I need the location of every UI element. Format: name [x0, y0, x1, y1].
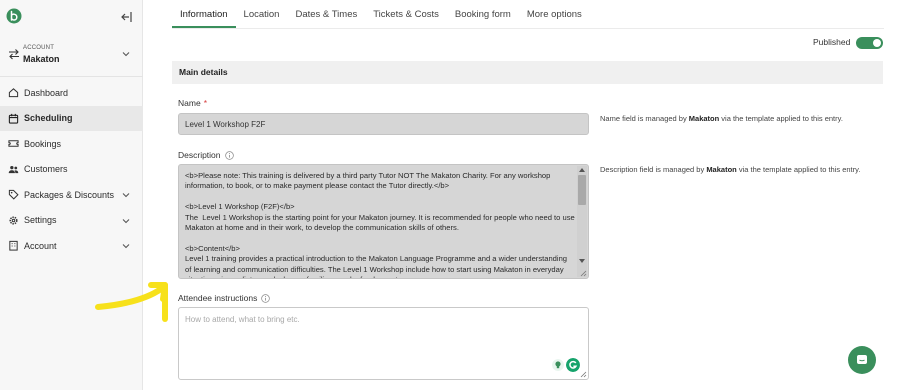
name-label: Name * [178, 98, 207, 108]
description-note-brand: Makaton [706, 165, 737, 174]
resize-handle-icon[interactable] [579, 269, 587, 277]
sidebar-item-dashboard[interactable]: Dashboard [0, 80, 143, 106]
tab-bar: Information Location Dates & Times Ticke… [172, 0, 590, 28]
sidebar-item-bookings[interactable]: Bookings [0, 131, 143, 157]
description-note: Description field is managed by Makaton … [600, 164, 872, 176]
sidebar-divider [0, 76, 143, 77]
sidebar-item-customers[interactable]: Customers [0, 157, 143, 183]
name-note-suffix: via the template applied to this entry. [719, 114, 843, 123]
description-label: Description [178, 150, 234, 160]
description-field[interactable]: <b>Please note: This training is deliver… [178, 164, 589, 279]
account-name: Makaton [23, 54, 60, 64]
info-icon[interactable] [224, 150, 234, 160]
attendee-instructions-field[interactable]: How to attend, what to bring etc. [178, 307, 589, 380]
description-label-text: Description [178, 150, 221, 160]
scroll-thumb[interactable] [578, 175, 586, 205]
chevron-down-icon [122, 52, 130, 57]
building-icon [9, 241, 18, 251]
annotation-arrow-icon [95, 282, 168, 322]
scroll-up-arrow-icon[interactable] [579, 168, 585, 172]
name-note-prefix: Name field is managed by [600, 114, 689, 123]
chevron-down-icon [122, 218, 130, 223]
home-icon [8, 88, 19, 98]
collapse-sidebar-icon[interactable] [120, 10, 134, 24]
published-label: Published [813, 37, 851, 47]
chevron-down-icon [122, 244, 130, 249]
attendee-label-text: Attendee instructions [178, 293, 258, 303]
attendee-placeholder: How to attend, what to bring etc. [185, 315, 300, 324]
app-logo-icon[interactable] [6, 8, 22, 24]
tab-location[interactable]: Location [236, 0, 288, 28]
description-scrollbar[interactable] [577, 166, 587, 277]
description-note-prefix: Description field is managed by [600, 165, 707, 174]
sidebar-item-packages-discounts[interactable]: Packages & Discounts [0, 182, 143, 208]
ticket-icon [8, 140, 19, 148]
chevron-down-icon [122, 193, 130, 198]
info-icon[interactable] [261, 293, 271, 303]
chat-button[interactable] [848, 346, 876, 374]
gear-icon [9, 216, 18, 225]
name-note-brand: Makaton [688, 114, 720, 123]
section-header: Main details [172, 61, 883, 84]
people-icon [8, 165, 19, 173]
sidebar-item-label: Customers [24, 164, 68, 175]
account-label: ACCOUNT [23, 45, 55, 51]
description-note-suffix: via the template applied to this entry. [736, 165, 861, 174]
scroll-down-arrow-icon[interactable] [579, 259, 585, 263]
sidebar-item-label: Bookings [24, 138, 62, 149]
tab-tickets-costs[interactable]: Tickets & Costs [365, 0, 447, 28]
calendar-icon [8, 113, 19, 124]
sidebar-item-label: Scheduling [24, 113, 73, 124]
name-note: Name field is managed by Makaton via the… [600, 113, 872, 125]
tab-booking-form[interactable]: Booking form [447, 0, 519, 28]
attendee-label: Attendee instructions [178, 293, 271, 303]
description-text: <b>Please note: This training is deliver… [185, 171, 575, 278]
published-toggle[interactable] [856, 37, 883, 49]
tab-dates-times[interactable]: Dates & Times [287, 0, 365, 28]
tab-divider [172, 28, 884, 29]
sidebar-item-label: Dashboard [24, 87, 69, 98]
swap-icon [9, 49, 19, 60]
bulb-icon[interactable] [552, 359, 564, 371]
sidebar-item-settings[interactable]: Settings [0, 208, 143, 234]
tag-icon [8, 190, 19, 200]
sidebar: ACCOUNT Makaton Dashboard Scheduling Boo… [0, 0, 143, 390]
name-field[interactable]: Level 1 Workshop F2F [178, 113, 589, 135]
sidebar-nav: Dashboard Scheduling Bookings Customers … [0, 80, 143, 259]
sidebar-item-scheduling[interactable]: Scheduling [0, 105, 143, 131]
sidebar-item-label: Settings [24, 215, 57, 226]
toggle-knob [873, 39, 881, 47]
resize-handle-icon[interactable] [579, 370, 587, 378]
section-title: Main details [179, 67, 228, 77]
sidebar-item-label: Account [24, 240, 57, 251]
sidebar-item-account[interactable]: Account [0, 233, 143, 259]
grammar-check-icon[interactable] [566, 358, 580, 372]
tab-information[interactable]: Information [172, 0, 236, 28]
name-label-text: Name [178, 98, 201, 108]
tab-more-options[interactable]: More options [519, 0, 590, 28]
sidebar-item-label: Packages & Discounts [24, 189, 115, 200]
account-switcher[interactable]: ACCOUNT Makaton [0, 40, 143, 70]
chat-icon [857, 355, 867, 364]
required-mark: * [203, 98, 207, 108]
